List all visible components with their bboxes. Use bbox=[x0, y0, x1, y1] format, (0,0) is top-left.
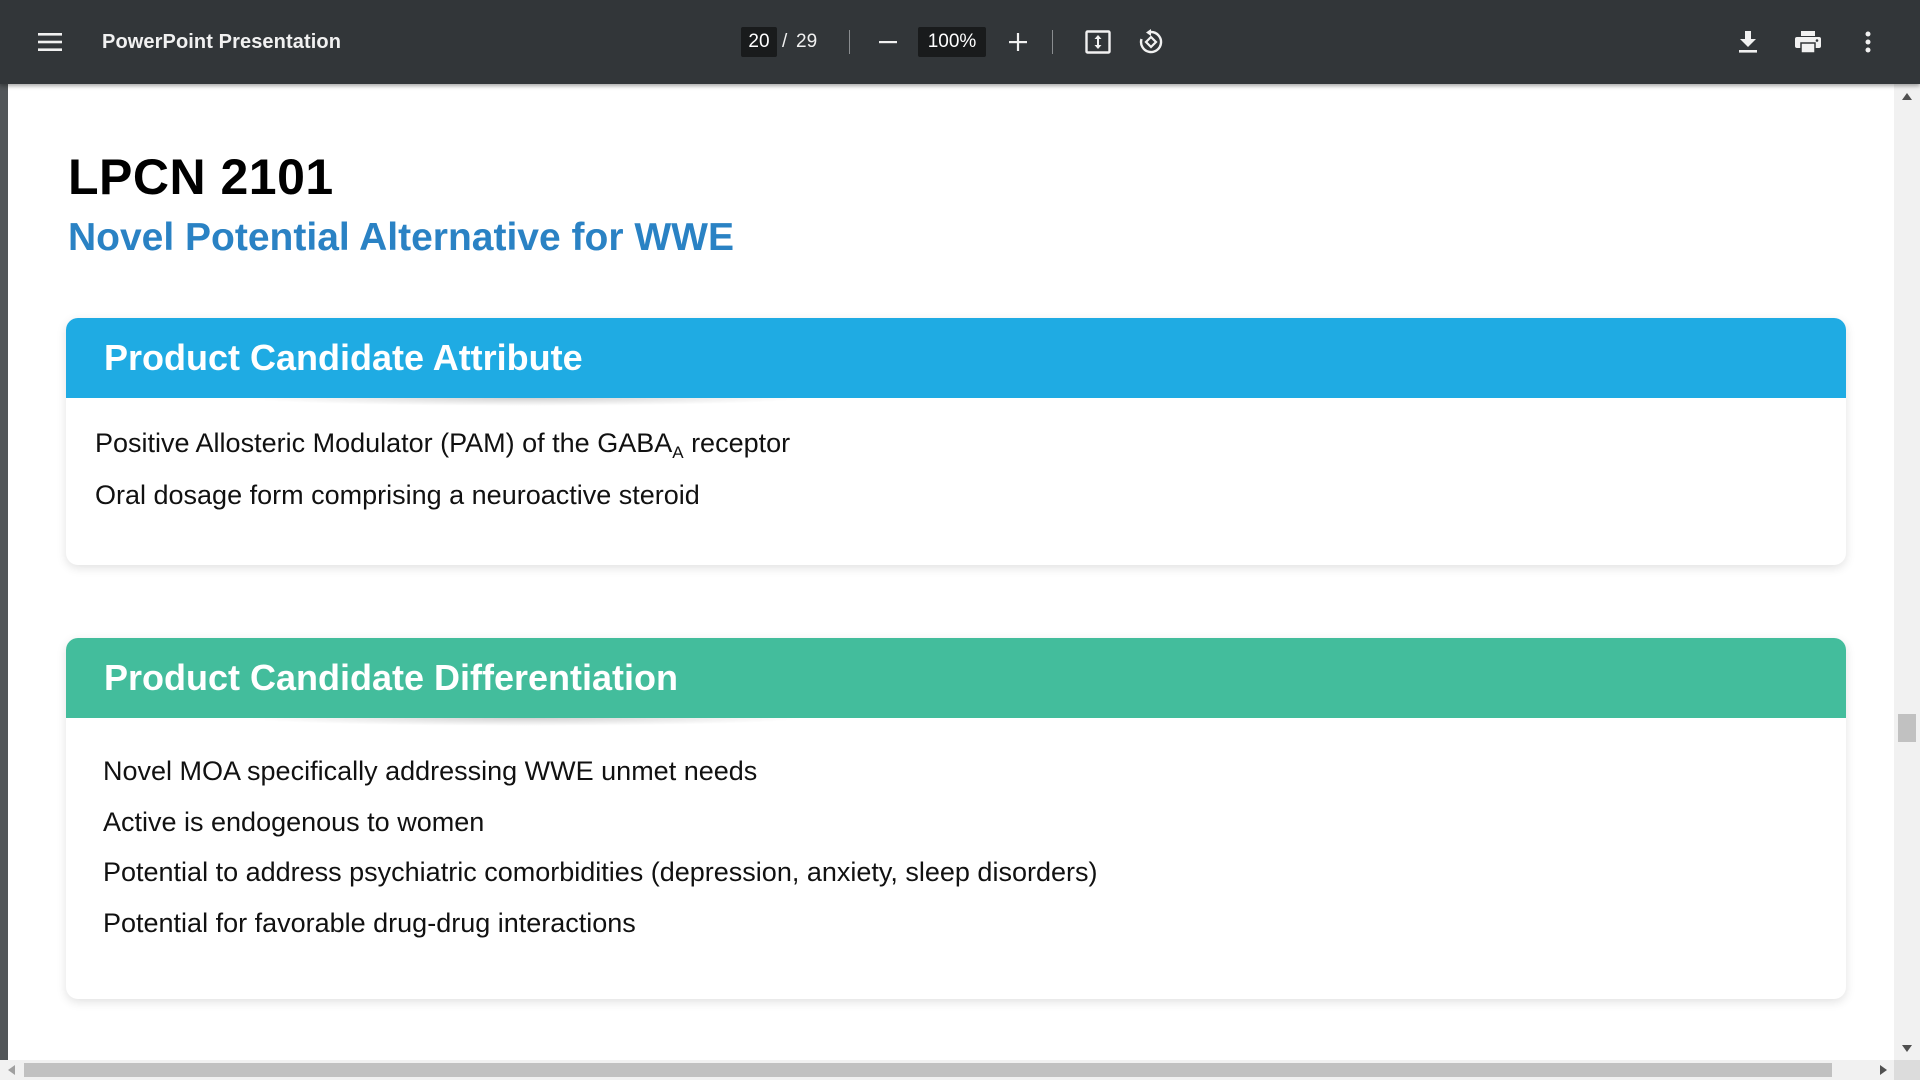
scroll-right-button[interactable] bbox=[1872, 1060, 1894, 1080]
attribute-panel-heading: Product Candidate Attribute bbox=[66, 318, 1846, 406]
zoom-in-button[interactable] bbox=[998, 22, 1038, 62]
viewer-gutter bbox=[0, 84, 8, 1060]
page-total: 29 bbox=[796, 31, 818, 52]
scroll-down-button[interactable] bbox=[1894, 1036, 1920, 1060]
fit-to-page-button[interactable] bbox=[1078, 22, 1118, 62]
arrow-down-icon bbox=[1902, 1044, 1912, 1052]
attribute-bullet-1-subscript: A bbox=[672, 443, 684, 462]
attribute-bullet-2: Oral dosage form comprising a neuroactiv… bbox=[95, 480, 700, 510]
print-icon bbox=[1795, 31, 1821, 53]
more-options-button[interactable] bbox=[1848, 22, 1888, 62]
differentiation-bullet-4: Potential for favorable drug-drug intera… bbox=[103, 908, 636, 938]
rotate-button[interactable] bbox=[1131, 22, 1171, 62]
vertical-scroll-thumb[interactable] bbox=[1898, 714, 1916, 742]
differentiation-panel: Product Candidate Differentiation Novel … bbox=[66, 638, 1846, 999]
toolbar-divider bbox=[1052, 30, 1053, 54]
page-separator: / bbox=[782, 31, 788, 52]
horizontal-scroll-thumb[interactable] bbox=[24, 1063, 1832, 1077]
pdf-page: LPCN 2101 Novel Potential Alternative fo… bbox=[8, 84, 1894, 1060]
scroll-up-button[interactable] bbox=[1894, 84, 1920, 108]
vertical-scrollbar[interactable] bbox=[1894, 84, 1920, 1060]
rotate-counterclockwise-icon bbox=[1139, 29, 1163, 54]
scrollbar-corner bbox=[1894, 1060, 1920, 1080]
slide-subtitle: Novel Potential Alternative for WWE bbox=[68, 216, 734, 259]
download-icon bbox=[1739, 31, 1757, 53]
attribute-bullet-1-text: Positive Allosteric Modulator (PAM) of t… bbox=[95, 428, 673, 458]
plus-icon bbox=[1009, 33, 1027, 51]
zoom-out-button[interactable] bbox=[868, 22, 908, 62]
viewer-toolbar: PowerPoint Presentation 20 / 29 100% bbox=[0, 0, 1920, 84]
arrow-up-icon bbox=[1902, 92, 1912, 100]
differentiation-panel-heading: Product Candidate Differentiation bbox=[66, 638, 1846, 726]
differentiation-bullet-2: Active is endogenous to women bbox=[103, 807, 485, 837]
arrow-left-icon bbox=[7, 1065, 15, 1075]
download-button[interactable] bbox=[1728, 22, 1768, 62]
differentiation-bullet-1: Novel MOA specifically addressing WWE un… bbox=[103, 756, 758, 786]
attribute-bullet-1: Positive Allosteric Modulator (PAM) of t… bbox=[95, 428, 790, 463]
toolbar-divider bbox=[849, 30, 850, 54]
differentiation-panel-heading-text: Product Candidate Differentiation bbox=[104, 657, 679, 698]
more-vertical-icon bbox=[1865, 31, 1871, 53]
minus-icon bbox=[879, 41, 897, 44]
differentiation-bullet-3: Potential to address psychiatric comorbi… bbox=[103, 857, 1098, 887]
print-button[interactable] bbox=[1788, 22, 1828, 62]
fit-to-page-icon bbox=[1085, 30, 1111, 54]
slide-title: LPCN 2101 bbox=[68, 149, 334, 205]
horizontal-scrollbar[interactable] bbox=[0, 1060, 1894, 1080]
arrow-right-icon bbox=[1879, 1065, 1887, 1075]
attribute-panel: Product Candidate Attribute Positive All… bbox=[66, 318, 1846, 565]
page-number-input[interactable]: 20 bbox=[741, 27, 777, 57]
attribute-bullet-1-suffix: receptor bbox=[683, 428, 791, 458]
hamburger-menu-icon bbox=[38, 33, 62, 51]
pdf-viewer: PowerPoint Presentation 20 / 29 100% LPC… bbox=[0, 0, 1920, 1080]
scroll-left-button[interactable] bbox=[0, 1060, 22, 1080]
document-title: PowerPoint Presentation bbox=[102, 30, 342, 53]
menu-button[interactable] bbox=[30, 22, 70, 62]
zoom-level-input[interactable]: 100% bbox=[918, 27, 986, 57]
attribute-panel-heading-text: Product Candidate Attribute bbox=[104, 337, 583, 378]
